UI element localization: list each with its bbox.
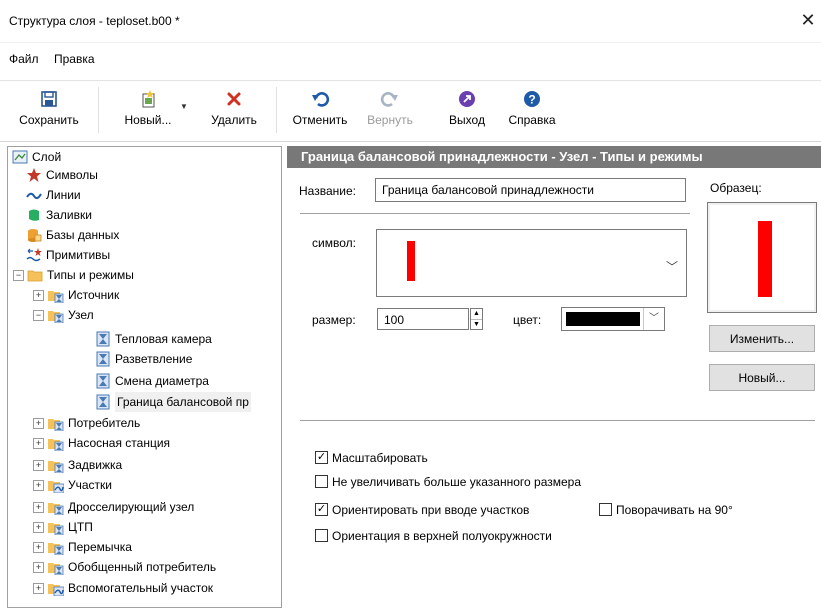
name-label: Название: [299,184,356,198]
help-label: Справка [508,113,556,127]
save-icon [41,91,57,107]
exit-label: Выход [449,113,485,127]
type-folder-icon [48,419,64,431]
folder-icon [27,270,43,282]
checkbox-box [315,529,328,542]
collapse-icon[interactable]: − [33,310,44,321]
checkbox-box: ✓ [315,503,328,516]
primitives-icon [26,248,42,262]
sample-symbol [758,221,772,297]
hourglass-icon [96,394,110,410]
delete-button[interactable]: Удалить [198,85,270,137]
window-title: Структура слоя - teploset.b00 * [9,14,180,28]
sample-preview [707,202,817,313]
delete-icon [227,92,241,106]
new-button[interactable]: Новый... [104,85,192,137]
new-symbol-button[interactable]: Новый... [709,364,815,391]
type-folder-icon [48,543,64,555]
checkbox-box [599,503,612,516]
title-bar: Структура слоя - teploset.b00 * ✕ [0,0,821,43]
symbol-preview [407,241,415,281]
chevron-down-icon: ﹀ [665,260,678,274]
spin-up-icon[interactable]: ▲ [471,309,482,320]
color-swatch [566,312,640,326]
size-field[interactable]: 100 [377,308,469,330]
redo-button[interactable]: Вернуть [358,85,422,137]
exit-icon [459,91,475,107]
type-folder-icon [48,439,64,451]
collapse-icon[interactable]: − [13,270,24,281]
expand-icon[interactable]: + [33,562,44,573]
menu-file[interactable]: Файл [9,52,39,66]
panel-header: Граница балансовой принадлежности - Узел… [287,146,821,168]
expand-icon[interactable]: + [33,438,44,449]
close-button[interactable]: ✕ [796,8,820,32]
hourglass-icon [96,351,110,367]
undo-icon [312,92,330,107]
checkbox-box: ✓ [315,451,328,464]
expand-icon[interactable]: + [33,583,44,594]
toolbar-separator [276,87,277,133]
new-label: Новый... [124,113,172,127]
undo-label: Отменить [292,113,348,127]
new-dropdown-icon[interactable]: ▼ [180,102,188,111]
size-label: размер: [312,313,356,327]
help-icon: ? [524,91,540,107]
type-folder-icon [48,503,64,515]
delete-label: Удалить [211,113,257,127]
type-folder-icon [48,291,64,303]
help-button[interactable]: ? Справка [500,85,564,137]
section-folder-icon [48,481,64,493]
exit-button[interactable]: Выход [442,85,492,137]
hourglass-icon [96,373,110,389]
chevron-down-icon[interactable]: ﹀ [643,308,664,330]
section-folder-icon [48,584,64,596]
sample-label: Образец: [710,181,762,195]
toolbar-separator [98,87,99,133]
fill-icon [29,209,39,221]
database-icon [28,229,42,242]
expand-icon[interactable]: + [33,522,44,533]
name-field[interactable]: Граница балансовой принадлежности [375,178,686,202]
new-file-icon [142,90,155,108]
panel-title: Граница балансовой принадлежности - Узел… [301,149,703,164]
redo-label: Вернуть [367,113,413,127]
type-folder-icon [48,563,64,575]
type-folder-icon [48,461,64,473]
symbol-dropdown[interactable]: ﹀ [376,229,687,297]
expand-icon[interactable]: + [33,502,44,513]
change-button[interactable]: Изменить... [709,325,815,352]
spin-down-icon[interactable]: ▼ [471,320,482,330]
symbol-label: символ: [312,236,356,250]
color-picker[interactable]: ﹀ [561,307,665,331]
divider [300,213,690,214]
expand-icon[interactable]: + [33,290,44,301]
svg-text:?: ? [528,93,535,107]
save-label: Сохранить [19,113,79,127]
menu-edit[interactable]: Правка [54,52,95,66]
toolbar: Сохранить Новый... ▼ Удалить Отменить Ве… [0,80,821,142]
line-icon [26,192,42,200]
hourglass-icon [96,331,110,347]
color-label: цвет: [513,313,542,327]
expand-icon[interactable]: + [33,542,44,553]
type-folder-icon [48,311,64,323]
divider [300,420,815,421]
expand-icon[interactable]: + [33,418,44,429]
size-stepper[interactable]: ▲ ▼ [470,308,483,330]
checkbox-box [315,475,328,488]
type-folder-icon [48,523,64,535]
save-button[interactable]: Сохранить [9,85,89,137]
expand-icon[interactable]: + [33,480,44,491]
star-icon [27,168,41,182]
layer-icon [12,150,28,164]
expand-icon[interactable]: + [33,460,44,471]
redo-icon [380,92,398,107]
undo-button[interactable]: Отменить [282,85,358,137]
layer-tree[interactable]: Слой Символы Линии Заливки Базы данных П… [7,146,282,608]
